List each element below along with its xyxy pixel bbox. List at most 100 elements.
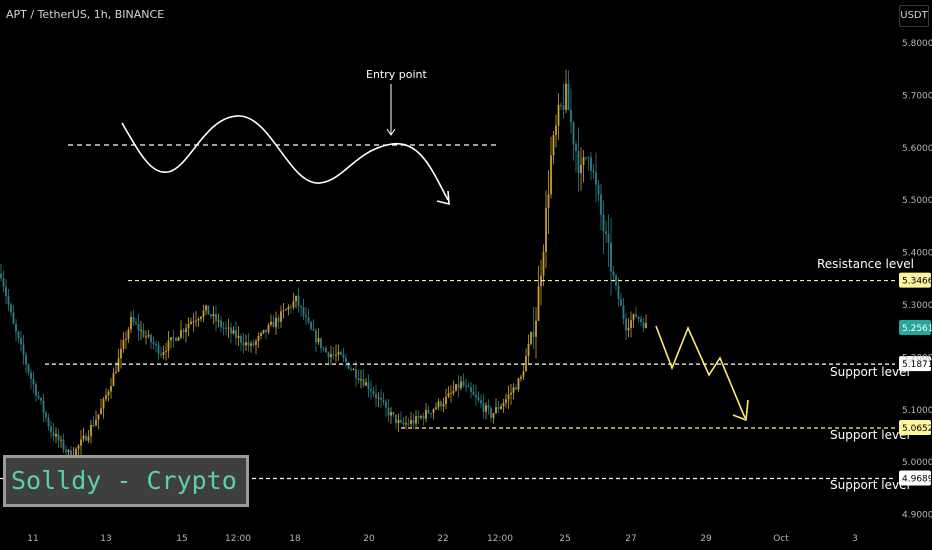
candle-body xyxy=(177,337,180,341)
x-tick-label: 29 xyxy=(700,534,712,544)
candle-body xyxy=(2,278,5,287)
candle-body xyxy=(535,320,537,337)
candle-body xyxy=(407,423,410,425)
candle-body xyxy=(402,422,405,425)
candle-body xyxy=(102,399,105,409)
candle-body xyxy=(502,403,505,407)
candle-body xyxy=(345,357,347,363)
candle-body xyxy=(615,275,617,286)
candle-body xyxy=(120,348,122,359)
candle-body xyxy=(397,419,400,424)
x-tick-label: 12:00 xyxy=(487,534,513,544)
candle-body xyxy=(305,315,307,318)
candle-body xyxy=(95,419,97,426)
candle-body xyxy=(195,320,197,322)
candle-body xyxy=(542,251,545,276)
candle-body xyxy=(410,420,412,424)
candle-body xyxy=(645,323,647,328)
candle-body xyxy=(57,433,60,441)
candle-body xyxy=(10,304,12,313)
candle-body xyxy=(635,314,637,317)
candle-body xyxy=(215,314,217,322)
candle-body xyxy=(355,369,357,378)
candle-body xyxy=(287,306,290,310)
y-tick-label: 5.1000 xyxy=(902,406,932,416)
candle-body xyxy=(35,384,37,396)
candle-body xyxy=(642,321,645,328)
candle-body xyxy=(182,330,185,333)
candle-body xyxy=(112,372,115,387)
candle-body xyxy=(327,352,330,358)
candle-body xyxy=(190,321,192,325)
candle-body xyxy=(522,371,525,377)
level-label: Support level xyxy=(830,478,910,492)
candle-body xyxy=(442,403,445,407)
candle-body xyxy=(100,408,102,415)
candle-body xyxy=(105,395,107,400)
candle-body xyxy=(507,394,510,400)
candle-body xyxy=(607,233,610,243)
candle-body xyxy=(7,296,10,305)
candle-body xyxy=(137,323,140,331)
candle-body xyxy=(572,122,575,145)
x-tick-label: 11 xyxy=(27,534,38,544)
candle-body xyxy=(297,295,300,306)
candle-body xyxy=(242,342,245,346)
candle-body xyxy=(312,329,315,331)
candle-body xyxy=(390,412,392,416)
candle-body xyxy=(560,104,562,106)
candle-body xyxy=(277,317,280,322)
candle-body xyxy=(590,157,592,171)
y-tick-label: 4.9000 xyxy=(902,511,932,521)
candle-body xyxy=(275,317,277,327)
candle-body xyxy=(97,414,100,420)
symbol-title[interactable]: APT / TetherUS, 1h, BINANCE xyxy=(6,8,164,21)
drawings-layer: Entry point xyxy=(68,68,749,422)
candle-body xyxy=(352,369,355,371)
candle-body xyxy=(127,329,130,339)
candle-body xyxy=(585,157,587,159)
candle-body xyxy=(557,104,560,126)
candle-body xyxy=(147,334,150,337)
candle-body xyxy=(530,332,532,344)
candle-body xyxy=(55,433,57,437)
candle-body xyxy=(567,83,570,110)
candle-body xyxy=(420,416,422,418)
candle-body xyxy=(115,371,117,373)
y-tick-label: 5.8000 xyxy=(902,39,932,49)
candle-body xyxy=(197,319,200,321)
candle-body xyxy=(632,314,635,321)
candle-body xyxy=(485,405,487,412)
candle-body xyxy=(232,330,235,334)
candle-body xyxy=(140,329,142,331)
candle-body xyxy=(610,242,612,272)
candle-body xyxy=(460,381,462,389)
level-price-value: 4.9689 xyxy=(902,474,932,484)
candle-body xyxy=(492,413,495,418)
candle-body xyxy=(210,314,212,317)
candle-body xyxy=(547,194,550,208)
candle-body xyxy=(245,342,247,346)
candle-body xyxy=(490,408,492,418)
candle-body xyxy=(375,394,377,399)
candle-body xyxy=(150,334,152,343)
candle-body xyxy=(617,285,620,299)
currency-selector[interactable]: USDT xyxy=(899,5,929,27)
candle-body xyxy=(320,338,322,349)
candle-body xyxy=(495,407,497,414)
candle-body xyxy=(20,338,22,345)
candle-body xyxy=(625,318,627,331)
projection-zigzag xyxy=(655,325,746,419)
level-label: Support level xyxy=(830,365,910,379)
candle-body xyxy=(192,321,195,323)
candle-body xyxy=(440,401,442,407)
candle-body xyxy=(340,352,342,355)
candle-body xyxy=(290,306,292,308)
candle-body xyxy=(515,387,517,390)
candle-body xyxy=(52,432,55,437)
candle-body xyxy=(40,397,42,401)
y-tick-label: 5.4000 xyxy=(902,249,932,259)
candle-body xyxy=(155,344,157,346)
candle-body xyxy=(525,356,527,372)
candle-body xyxy=(467,385,470,388)
